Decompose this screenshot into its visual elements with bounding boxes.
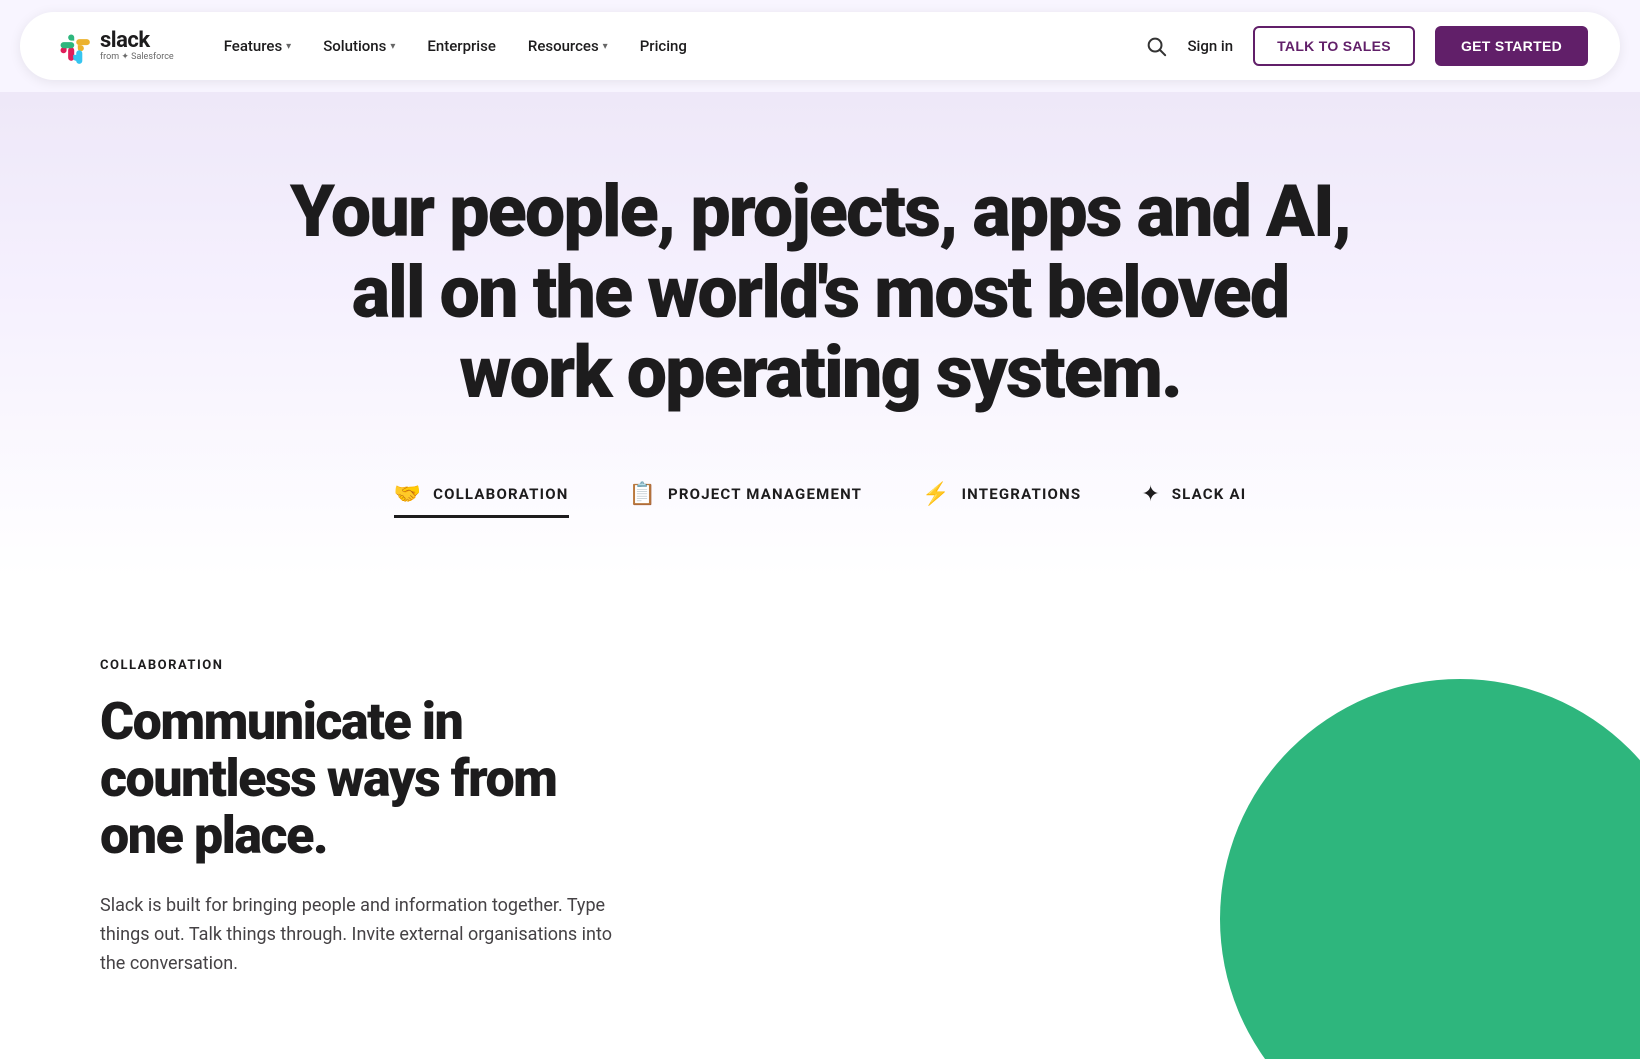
chevron-down-icon: ▾ bbox=[603, 41, 608, 52]
tab-integrations[interactable]: ⚡ INTEGRATIONS bbox=[922, 474, 1081, 518]
collaboration-icon: 🤝 bbox=[394, 482, 421, 507]
tab-collaboration[interactable]: 🤝 COLLABORATION bbox=[394, 474, 569, 518]
collaboration-content-left: COLLABORATION Communicate in countless w… bbox=[100, 658, 620, 979]
nav-pricing[interactable]: Pricing bbox=[626, 29, 701, 63]
tab-project-management[interactable]: 📋 PROJECT MANAGEMENT bbox=[629, 474, 863, 518]
collaboration-heading: Communicate in countless ways from one p… bbox=[100, 693, 620, 865]
feature-tabs: 🤝 COLLABORATION 📋 PROJECT MANAGEMENT ⚡ I… bbox=[40, 474, 1600, 518]
nav-solutions[interactable]: Solutions ▾ bbox=[309, 29, 409, 63]
sign-in-link[interactable]: Sign in bbox=[1187, 37, 1233, 55]
nav-enterprise[interactable]: Enterprise bbox=[413, 29, 509, 63]
nav-features[interactable]: Features ▾ bbox=[210, 29, 306, 63]
chevron-down-icon: ▾ bbox=[390, 41, 395, 52]
integrations-icon: ⚡ bbox=[922, 482, 949, 507]
search-button[interactable] bbox=[1145, 35, 1167, 57]
nav-right: Sign in TALK TO SALES GET STARTED bbox=[1145, 26, 1588, 66]
logo-salesforce-text: from ✦ Salesforce bbox=[100, 53, 174, 62]
get-started-button[interactable]: GET STARTED bbox=[1435, 26, 1588, 66]
logo-brand-name: slack bbox=[100, 30, 174, 52]
project-management-icon: 📋 bbox=[629, 482, 656, 507]
hero-headline: Your people, projects, apps and AI, all … bbox=[270, 172, 1370, 414]
collaboration-eyebrow: COLLABORATION bbox=[100, 658, 620, 673]
logo[interactable]: slack from ✦ Salesforce bbox=[52, 26, 174, 66]
nav-links: Features ▾ Solutions ▾ Enterprise Resour… bbox=[210, 29, 1146, 63]
hero-section: Your people, projects, apps and AI, all … bbox=[0, 92, 1640, 578]
slack-logo-icon bbox=[52, 26, 92, 66]
navbar: slack from ✦ Salesforce Features ▾ Solut… bbox=[20, 12, 1620, 80]
search-icon bbox=[1145, 35, 1167, 57]
green-circle-decoration bbox=[1220, 679, 1640, 1059]
nav-resources[interactable]: Resources ▾ bbox=[514, 29, 622, 63]
collaboration-content-section: COLLABORATION Communicate in countless w… bbox=[0, 578, 1640, 1059]
chevron-down-icon: ▾ bbox=[286, 41, 291, 52]
collaboration-body: Slack is built for bringing people and i… bbox=[100, 892, 620, 978]
talk-to-sales-button[interactable]: TALK TO SALES bbox=[1253, 26, 1415, 66]
slack-ai-icon: ✦ bbox=[1141, 482, 1159, 507]
tab-slack-ai[interactable]: ✦ SLACK AI bbox=[1141, 474, 1246, 518]
